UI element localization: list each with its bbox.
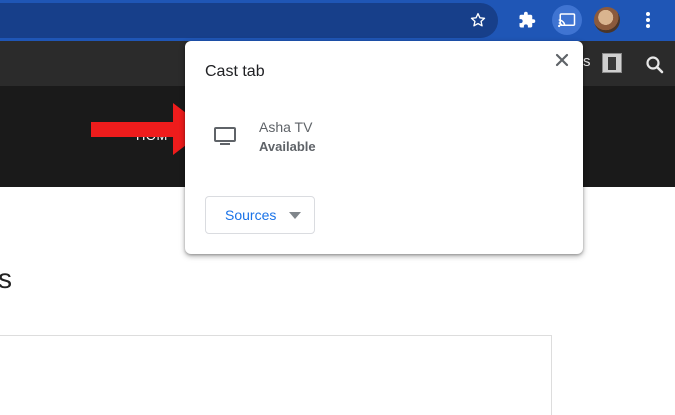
cast-icon[interactable]	[552, 5, 582, 35]
device-name: Asha TV	[259, 119, 313, 135]
page-heading: s	[0, 263, 12, 294]
content-box	[0, 335, 552, 415]
screenshot: s HOM s Cast tab Asha TV Available	[0, 0, 675, 415]
profile-avatar[interactable]	[594, 7, 620, 33]
cast-popup: Cast tab Asha TV Available Sources	[185, 41, 583, 254]
sources-dropdown-button[interactable]: Sources	[205, 196, 315, 234]
site-avatar-icon[interactable]	[602, 53, 622, 73]
device-item-asha-tv[interactable]: Asha TV Available	[185, 113, 583, 159]
address-bar[interactable]	[0, 3, 498, 38]
tv-icon	[214, 127, 236, 145]
kebab-menu-icon[interactable]	[633, 5, 663, 35]
caret-down-icon	[289, 212, 301, 219]
sources-label: Sources	[225, 207, 277, 223]
search-icon[interactable]	[645, 55, 665, 75]
puzzle-icon[interactable]	[512, 5, 542, 35]
close-icon[interactable]	[551, 49, 573, 71]
device-status: Available	[259, 139, 316, 154]
topbar-partial-text: s	[583, 53, 591, 70]
browser-toolbar	[0, 0, 675, 41]
popup-title: Cast tab	[205, 63, 265, 80]
bookmark-star-icon[interactable]	[463, 5, 493, 35]
